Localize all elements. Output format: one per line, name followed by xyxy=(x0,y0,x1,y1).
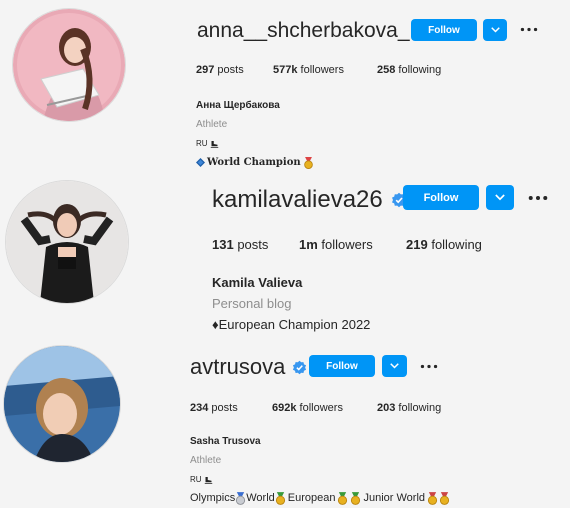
bio-european: European xyxy=(287,492,336,504)
followers-stat[interactable]: 1m followers xyxy=(299,237,406,252)
bio-olympics: Olympics xyxy=(190,492,236,504)
bio-country-line: RU xyxy=(196,134,314,153)
full-name: Анна Щербакова xyxy=(196,100,280,111)
country-code: RU xyxy=(196,139,208,148)
posts-stat: 131 posts xyxy=(212,237,269,252)
following-stat[interactable]: 203 following xyxy=(377,402,441,414)
gold-medal-icon xyxy=(275,492,285,505)
category-label: Athlete xyxy=(190,455,222,466)
profile-card-anna: anna__shcherbakova_ Follow 297 posts 577… xyxy=(0,0,570,170)
followers-stat[interactable]: 692k followers xyxy=(272,402,377,414)
options-more-icon[interactable] xyxy=(527,191,549,205)
ice-skate-icon xyxy=(210,140,218,148)
follow-button[interactable]: Follow xyxy=(309,355,375,377)
options-more-icon[interactable] xyxy=(518,22,540,36)
bio-medals-line: Olympics World European Junior World xyxy=(190,489,450,508)
gold-medal-icon xyxy=(427,492,438,505)
category-label: Athlete xyxy=(196,119,228,130)
posts-stat: 234 posts xyxy=(190,402,238,414)
gold-medal-icon xyxy=(351,492,361,505)
chevron-down-icon xyxy=(490,27,500,33)
ice-skate-icon xyxy=(204,476,212,484)
verified-badge-icon xyxy=(292,360,307,375)
followers-stat[interactable]: 577k followers xyxy=(273,64,377,76)
username[interactable]: anna__shcherbakova_ xyxy=(197,19,410,43)
chevron-down-icon xyxy=(495,194,505,201)
category-label: Personal blog xyxy=(212,296,292,311)
username[interactable]: kamilavalieva26 xyxy=(212,186,383,214)
silver-medal-icon xyxy=(236,492,246,505)
username[interactable]: avtrusova xyxy=(190,354,285,380)
country-code: RU xyxy=(190,475,202,484)
following-stat[interactable]: 219 following xyxy=(406,237,482,252)
bio-world: World xyxy=(246,492,275,504)
avatar[interactable] xyxy=(3,345,121,463)
bio-country-line: RU xyxy=(190,470,450,489)
chevron-down-icon xyxy=(390,363,399,369)
gold-medal-icon xyxy=(439,492,450,505)
full-name: Kamila Valieva xyxy=(212,275,303,290)
suggested-dropdown-button[interactable] xyxy=(486,185,514,210)
gold-medal-icon xyxy=(303,156,313,169)
profile-card-kamila: kamilavalieva26 Follow 131 posts 1m foll… xyxy=(0,170,570,340)
bio-text: ♦European Champion 2022 xyxy=(212,317,371,332)
options-more-icon[interactable] xyxy=(418,359,440,373)
avatar[interactable] xyxy=(5,180,129,304)
full-name: Sasha Trusova xyxy=(190,436,261,447)
follow-button[interactable]: Follow xyxy=(411,19,477,41)
following-stat[interactable]: 258 following xyxy=(377,64,441,76)
follow-button[interactable]: Follow xyxy=(403,185,479,210)
bio-junior-world: Junior World xyxy=(363,492,426,504)
blue-diamond-icon xyxy=(196,158,205,167)
suggested-dropdown-button[interactable] xyxy=(483,19,507,41)
profile-card-sasha: avtrusova Follow 234 posts 692k follower… xyxy=(0,340,570,505)
posts-stat: 297 posts xyxy=(196,64,244,76)
gold-medal-icon xyxy=(338,492,348,505)
suggested-dropdown-button[interactable] xyxy=(382,355,407,377)
avatar[interactable] xyxy=(12,8,126,122)
